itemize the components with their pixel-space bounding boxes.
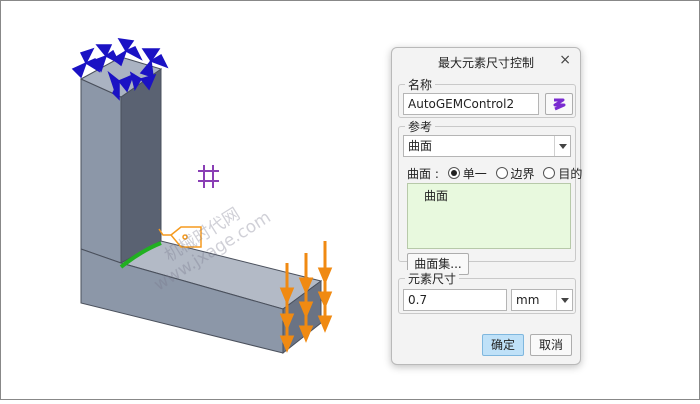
chevron-down-icon[interactable] xyxy=(556,290,572,310)
unit-value: mm xyxy=(516,293,540,307)
name-color-button[interactable] xyxy=(545,93,573,115)
element-size-field[interactable]: 0.7 xyxy=(403,289,507,311)
radio-single-label[interactable]: 单一 xyxy=(463,167,487,181)
surface-filter-row: 曲面 : 单一 边界 目的 xyxy=(407,167,582,181)
name-legend: 名称 xyxy=(405,76,436,93)
coordinate-system-icon[interactable] xyxy=(198,165,219,188)
name-field[interactable]: AutoGEMControl2 xyxy=(403,93,539,115)
reference-section: 参考 曲面 曲面 : 单一 边界 目的 曲面 曲面集... xyxy=(398,118,582,275)
collector-item[interactable]: 曲面 xyxy=(424,187,448,204)
radio-single[interactable] xyxy=(447,167,460,179)
radio-intent[interactable] xyxy=(543,167,556,179)
max-element-size-dialog: 最大元素尺寸控制 × 名称 AutoGEMControl2 参考 曲面 曲面 :… xyxy=(391,47,582,365)
name-section: 名称 AutoGEMControl2 xyxy=(398,76,576,118)
reference-collector[interactable]: 曲面 xyxy=(407,183,571,249)
element-size-legend: 元素尺寸 xyxy=(405,270,460,287)
cancel-button[interactable]: 取消 xyxy=(530,334,572,356)
graphics-viewport[interactable]: 机械时代网 www.jxage.com xyxy=(1,1,391,401)
l-bracket-model[interactable] xyxy=(79,56,323,355)
dialog-titlebar[interactable]: 最大元素尺寸控制 × xyxy=(392,48,580,74)
close-icon[interactable]: × xyxy=(559,52,571,68)
radio-intent-label[interactable]: 目的 xyxy=(558,167,582,181)
model-canvas[interactable] xyxy=(1,1,391,401)
reference-type-value: 曲面 xyxy=(408,139,433,153)
radio-boundary-label[interactable]: 边界 xyxy=(511,167,535,181)
element-size-section: 元素尺寸 0.7 mm xyxy=(398,270,576,314)
reference-type-select[interactable]: 曲面 xyxy=(403,135,571,157)
chevron-down-icon[interactable] xyxy=(554,136,570,156)
reference-legend: 参考 xyxy=(405,118,436,135)
radio-boundary[interactable] xyxy=(495,167,508,179)
color-swatch-icon xyxy=(553,98,566,111)
ok-button[interactable]: 确定 xyxy=(482,334,524,356)
unit-select[interactable]: mm xyxy=(511,289,573,311)
surface-filter-label: 曲面 : xyxy=(407,167,439,181)
dialog-title: 最大元素尺寸控制 xyxy=(437,56,534,70)
